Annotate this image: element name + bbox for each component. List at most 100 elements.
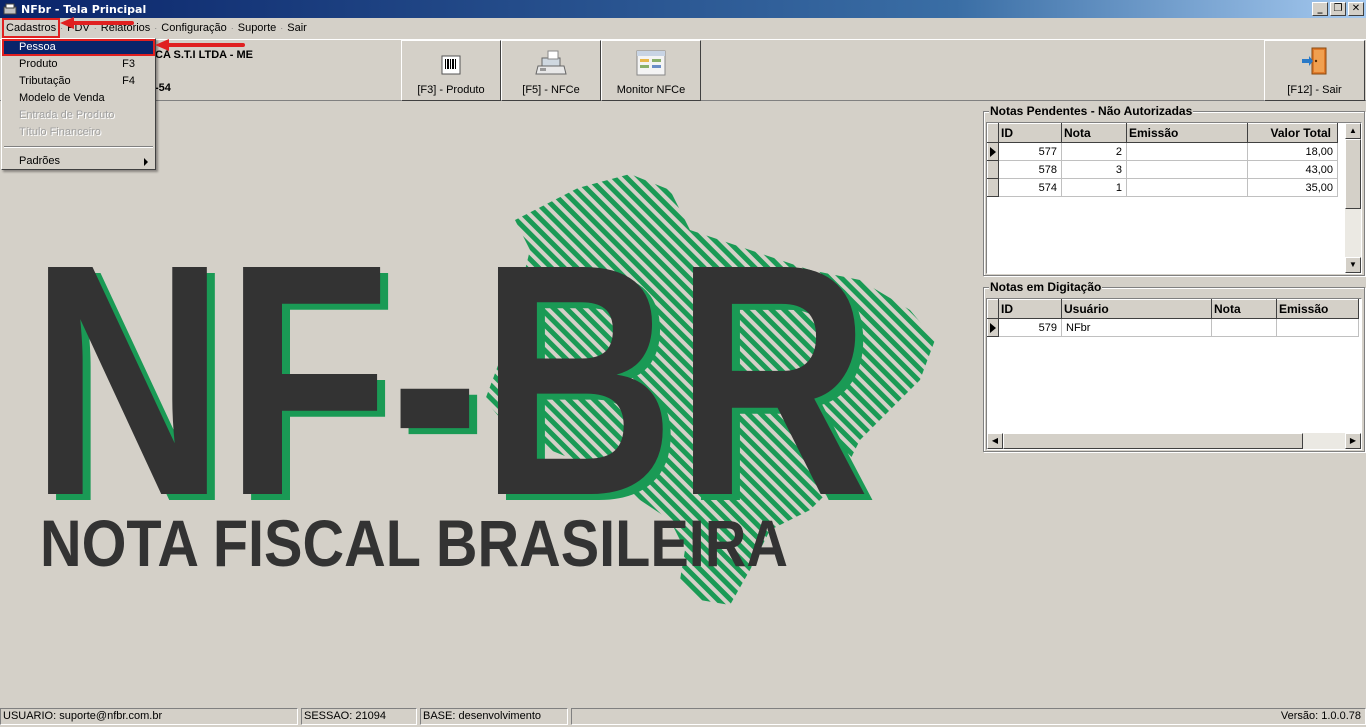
col-id[interactable]: ID (998, 299, 1062, 319)
nfce-button[interactable]: [F5] - NFCe (501, 40, 601, 101)
menu-item-label: Tributação (19, 75, 71, 87)
menu-item-entrada-de-produto: Entrada de Produto (2, 107, 155, 124)
menu-item-tributacao[interactable]: Tributação F4 (2, 73, 155, 90)
sair-button[interactable]: [F12] - Sair (1264, 40, 1365, 101)
row-indicator (987, 318, 999, 337)
produto-button[interactable]: [F3] - Produto (401, 40, 501, 101)
menu-item-produto[interactable]: Produto F3 (2, 56, 155, 73)
restore-button[interactable]: ❐ (1330, 2, 1346, 16)
cell-nota[interactable]: 1 (1061, 178, 1127, 197)
minimize-button[interactable]: _ (1312, 2, 1328, 16)
cadastros-dropdown: Pessoa Produto F3 Tributação F4 Modelo d… (1, 38, 156, 170)
menu-item-label: Padrões (19, 155, 60, 167)
window-title: NFbr - Tela Principal (21, 2, 147, 16)
app-icon (3, 3, 17, 15)
menu-item-modelo-de-venda[interactable]: Modelo de Venda (2, 90, 155, 107)
produto-button-label: [F3] - Produto (417, 84, 485, 96)
menu-sair[interactable]: Sair (283, 19, 311, 37)
row-indicator (987, 178, 999, 197)
table-row[interactable]: 578 3 43,00 (987, 160, 1338, 179)
cell-nota[interactable]: 3 (1061, 160, 1127, 179)
monitor-nfce-button-label: Monitor NFCe (616, 84, 686, 96)
menu-item-padroes[interactable]: Padrões (2, 153, 155, 170)
scroll-right-icon[interactable]: ▶ (1345, 433, 1361, 449)
menu-suporte[interactable]: Suporte (234, 19, 281, 37)
menu-item-label: Título Financeiro (19, 126, 101, 138)
menu-item-shortcut: F3 (122, 58, 135, 70)
scroll-left-icon[interactable]: ◀ (987, 433, 1003, 449)
cell-valor[interactable]: 35,00 (1247, 178, 1338, 197)
exit-door-icon (1301, 47, 1326, 75)
col-nota[interactable]: Nota (1061, 123, 1127, 143)
scroll-up-icon[interactable]: ▲ (1345, 123, 1361, 139)
pendentes-header-row: ID Nota Emissão Valor Total (987, 123, 1338, 143)
cell-usuario[interactable]: NFbr (1061, 318, 1212, 337)
monitor-nfce-button[interactable]: Monitor NFCe (601, 40, 701, 101)
status-usuario: USUARIO: suporte@nfbr.com.br (0, 708, 298, 725)
nfce-button-label: [F5] - NFCe (522, 84, 580, 96)
status-sessao: SESSAO: 21094 (301, 708, 417, 725)
current-row-arrow-icon (990, 322, 996, 333)
annotation-arrow-icon (155, 39, 245, 51)
digitacao-header-row: ID Usuário Nota Emissão (987, 299, 1359, 319)
menu-item-shortcut: F4 (122, 75, 135, 87)
cell-id[interactable]: 579 (998, 318, 1062, 337)
menu-bar: Cadastros · PDV · Relatórios · Configura… (0, 18, 1366, 38)
col-valor-total[interactable]: Valor Total (1247, 123, 1338, 143)
digitacao-title: Notas em Digitação (989, 280, 1103, 294)
table-row[interactable]: 577 2 18,00 (987, 142, 1338, 161)
cell-id[interactable]: 578 (998, 160, 1062, 179)
digitacao-groupbox: Notas em Digitação ID Usuário Nota Emiss… (983, 280, 1365, 452)
status-base: BASE: desenvolvimento (420, 708, 568, 725)
table-row[interactable]: 579 NFbr (987, 318, 1359, 337)
scroll-thumb[interactable] (1345, 139, 1361, 209)
scroll-thumb[interactable] (1003, 433, 1303, 449)
menu-divider (4, 146, 153, 148)
row-indicator (987, 142, 999, 161)
digitacao-horizontal-scrollbar[interactable]: ◀ ▶ (987, 433, 1361, 449)
col-nota[interactable]: Nota (1211, 299, 1277, 319)
logo-tagline: NOTA FISCAL BRASILEIRA (40, 506, 788, 580)
cell-id[interactable]: 574 (998, 178, 1062, 197)
col-emissao[interactable]: Emissão (1276, 299, 1359, 319)
status-bar: USUARIO: suporte@nfbr.com.br SESSAO: 210… (0, 707, 1366, 727)
cell-nota[interactable]: 2 (1061, 142, 1127, 161)
pendentes-vertical-scrollbar[interactable]: ▲ ▼ (1345, 123, 1361, 273)
submenu-arrow-icon (144, 158, 148, 166)
menu-cadastros[interactable]: Cadastros (2, 18, 61, 38)
annotation-arrow-icon (60, 17, 134, 29)
cell-valor[interactable]: 18,00 (1247, 142, 1338, 161)
company-id: -54 (155, 82, 171, 94)
digitacao-grid[interactable]: ID Usuário Nota Emissão 579 NFbr ◀ ▶ (986, 298, 1362, 450)
cell-emissao[interactable] (1126, 160, 1248, 179)
pendentes-table: ID Nota Emissão Valor Total 577 2 18,00 … (987, 123, 1338, 197)
close-button[interactable]: ✕ (1348, 2, 1364, 16)
menu-item-label: Modelo de Venda (19, 92, 105, 104)
row-indicator (987, 160, 999, 179)
scroll-down-icon[interactable]: ▼ (1345, 257, 1361, 273)
col-id[interactable]: ID (998, 123, 1062, 143)
col-usuario[interactable]: Usuário (1061, 299, 1212, 319)
col-emissao[interactable]: Emissão (1126, 123, 1248, 143)
barcode-icon (441, 55, 461, 75)
cell-id[interactable]: 577 (998, 142, 1062, 161)
cell-valor[interactable]: 43,00 (1247, 160, 1338, 179)
cell-emissao[interactable] (1126, 142, 1248, 161)
pendentes-grid[interactable]: ID Nota Emissão Valor Total 577 2 18,00 … (986, 122, 1362, 274)
status-versao: Versão: 1.0.0.78 (571, 708, 1366, 725)
cell-emissao[interactable] (1276, 318, 1359, 337)
menu-configuracao[interactable]: Configuração (157, 19, 230, 37)
pendentes-title: Notas Pendentes - Não Autorizadas (989, 104, 1194, 118)
menu-item-label: Produto (19, 58, 58, 70)
menu-item-label: Pessoa (19, 41, 56, 53)
menu-item-pessoa[interactable]: Pessoa (2, 39, 155, 56)
table-row[interactable]: 574 1 35,00 (987, 178, 1338, 197)
digitacao-table: ID Usuário Nota Emissão 579 NFbr (987, 299, 1359, 337)
sair-button-label: [F12] - Sair (1287, 84, 1342, 96)
menu-item-titulo-financeiro: Título Financeiro (2, 124, 155, 141)
cell-nota[interactable] (1211, 318, 1277, 337)
monitor-icon (636, 50, 666, 76)
cash-register-icon (535, 50, 567, 75)
cell-emissao[interactable] (1126, 178, 1248, 197)
current-row-arrow-icon (990, 146, 996, 157)
